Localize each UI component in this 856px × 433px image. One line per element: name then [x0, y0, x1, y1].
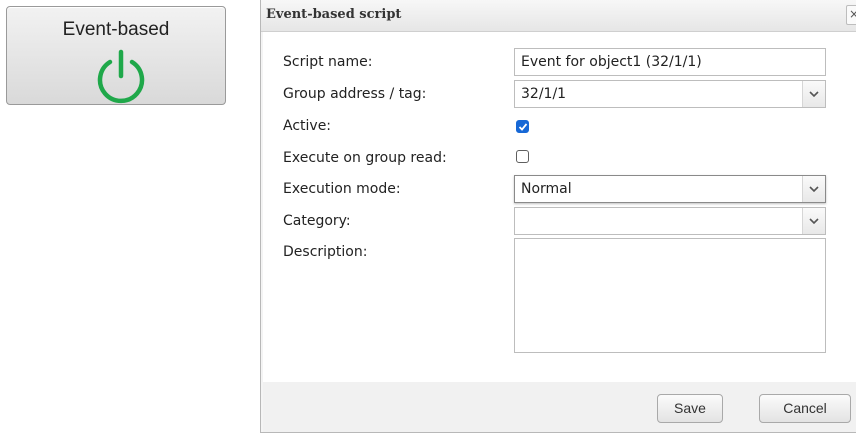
description-textarea[interactable]	[514, 238, 826, 353]
execution-mode-select[interactable]: Normal	[514, 175, 826, 203]
chevron-down-icon[interactable]	[802, 81, 825, 107]
tile-label: Event-based	[62, 19, 170, 40]
execution-mode-value: Normal	[521, 181, 572, 197]
description-label: Description:	[283, 244, 368, 260]
dialog-footer: Save Cancel	[263, 382, 856, 432]
dialog-title: Event-based script	[266, 7, 402, 22]
chevron-down-icon[interactable]	[802, 176, 825, 202]
execution-mode-label: Execution mode:	[283, 181, 401, 197]
chevron-down-icon[interactable]	[802, 208, 825, 234]
execute-on-read-label: Execute on group read:	[283, 150, 447, 166]
category-label: Category:	[283, 213, 351, 229]
script-name-label: Script name:	[283, 54, 373, 70]
checkmark-icon	[518, 123, 528, 131]
event-script-dialog: Event-based script × Script name: Event …	[260, 0, 856, 433]
dialog-body: Script name: Event for object1 (32/1/1) …	[263, 32, 856, 382]
active-checkbox[interactable]	[516, 120, 529, 133]
active-label: Active:	[283, 118, 332, 134]
group-address-select[interactable]: 32/1/1	[514, 80, 826, 108]
close-icon[interactable]: ×	[846, 5, 856, 25]
group-address-value: 32/1/1	[521, 86, 567, 102]
power-icon	[97, 49, 145, 104]
script-name-input[interactable]: Event for object1 (32/1/1)	[514, 48, 826, 76]
cancel-button[interactable]: Cancel	[759, 394, 851, 423]
category-select[interactable]	[514, 207, 826, 235]
save-button[interactable]: Save	[657, 394, 723, 423]
execute-on-read-checkbox[interactable]	[516, 150, 529, 163]
dialog-header: Event-based script ×	[261, 0, 856, 32]
event-based-tile[interactable]: Event-based	[6, 6, 226, 105]
group-address-label: Group address / tag:	[283, 86, 427, 102]
